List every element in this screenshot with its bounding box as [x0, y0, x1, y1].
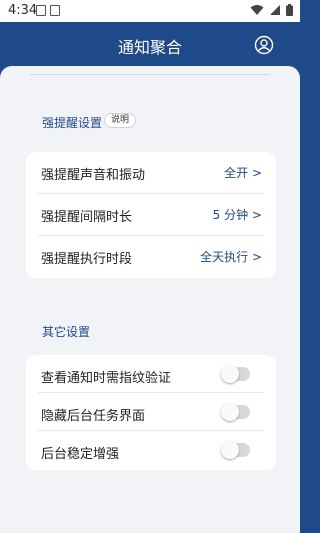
wifi-icon — [250, 5, 264, 15]
notification-icons — [36, 5, 60, 16]
background-stability-toggle[interactable] — [221, 441, 250, 459]
toggle-knob — [221, 403, 239, 421]
system-icons — [250, 4, 293, 16]
help-button[interactable]: 说明 — [104, 113, 137, 128]
toggle-knob — [221, 441, 239, 459]
row-label: 隐藏后台任务界面 — [41, 409, 146, 424]
gallery-icon — [36, 5, 46, 16]
setting-row-interval[interactable]: 强提醒间隔时长 5 分钟 > — [26, 194, 276, 236]
status-bar: 4:34 — [0, 0, 300, 22]
hide-recents-toggle[interactable] — [221, 403, 250, 421]
fingerprint-toggle[interactable] — [221, 365, 250, 383]
row-value: 全天执行 > — [200, 250, 262, 264]
signal-icon — [270, 5, 280, 15]
app-bar: 通知聚合 — [0, 22, 300, 68]
setting-row-background-stability: 后台稳定增强 — [26, 431, 276, 469]
setting-row-sound-vibration[interactable]: 强提醒声音和振动 全开 > — [26, 152, 276, 194]
divider — [30, 74, 270, 75]
row-value: 全开 > — [224, 166, 262, 180]
setting-row-schedule[interactable]: 强提醒执行时段 全天执行 > — [26, 236, 276, 278]
status-time: 4:34 — [8, 3, 38, 18]
battery-icon — [286, 4, 293, 16]
row-value: 5 分钟 > — [212, 208, 262, 222]
toggle-knob — [221, 365, 239, 383]
section-title-strong-reminder: 强提醒设置 — [42, 116, 103, 130]
other-settings-card: 查看通知时需指纹验证 隐藏后台任务界面 后台稳定增强 — [26, 355, 276, 470]
setting-row-fingerprint: 查看通知时需指纹验证 — [26, 355, 276, 393]
app-notification-icon — [50, 5, 60, 16]
row-label: 强提醒声音和振动 — [41, 168, 146, 183]
row-label: 后台稳定增强 — [41, 447, 120, 462]
user-icon[interactable] — [254, 35, 274, 55]
setting-row-hide-recents: 隐藏后台任务界面 — [26, 393, 276, 431]
row-label: 强提醒间隔时长 — [41, 210, 133, 225]
row-label: 强提醒执行时段 — [41, 252, 133, 267]
section-title-other: 其它设置 — [42, 325, 91, 339]
strong-reminder-card: 强提醒声音和振动 全开 > 强提醒间隔时长 5 分钟 > 强提醒执行时段 全天执… — [26, 152, 276, 278]
row-label: 查看通知时需指纹验证 — [41, 371, 172, 386]
